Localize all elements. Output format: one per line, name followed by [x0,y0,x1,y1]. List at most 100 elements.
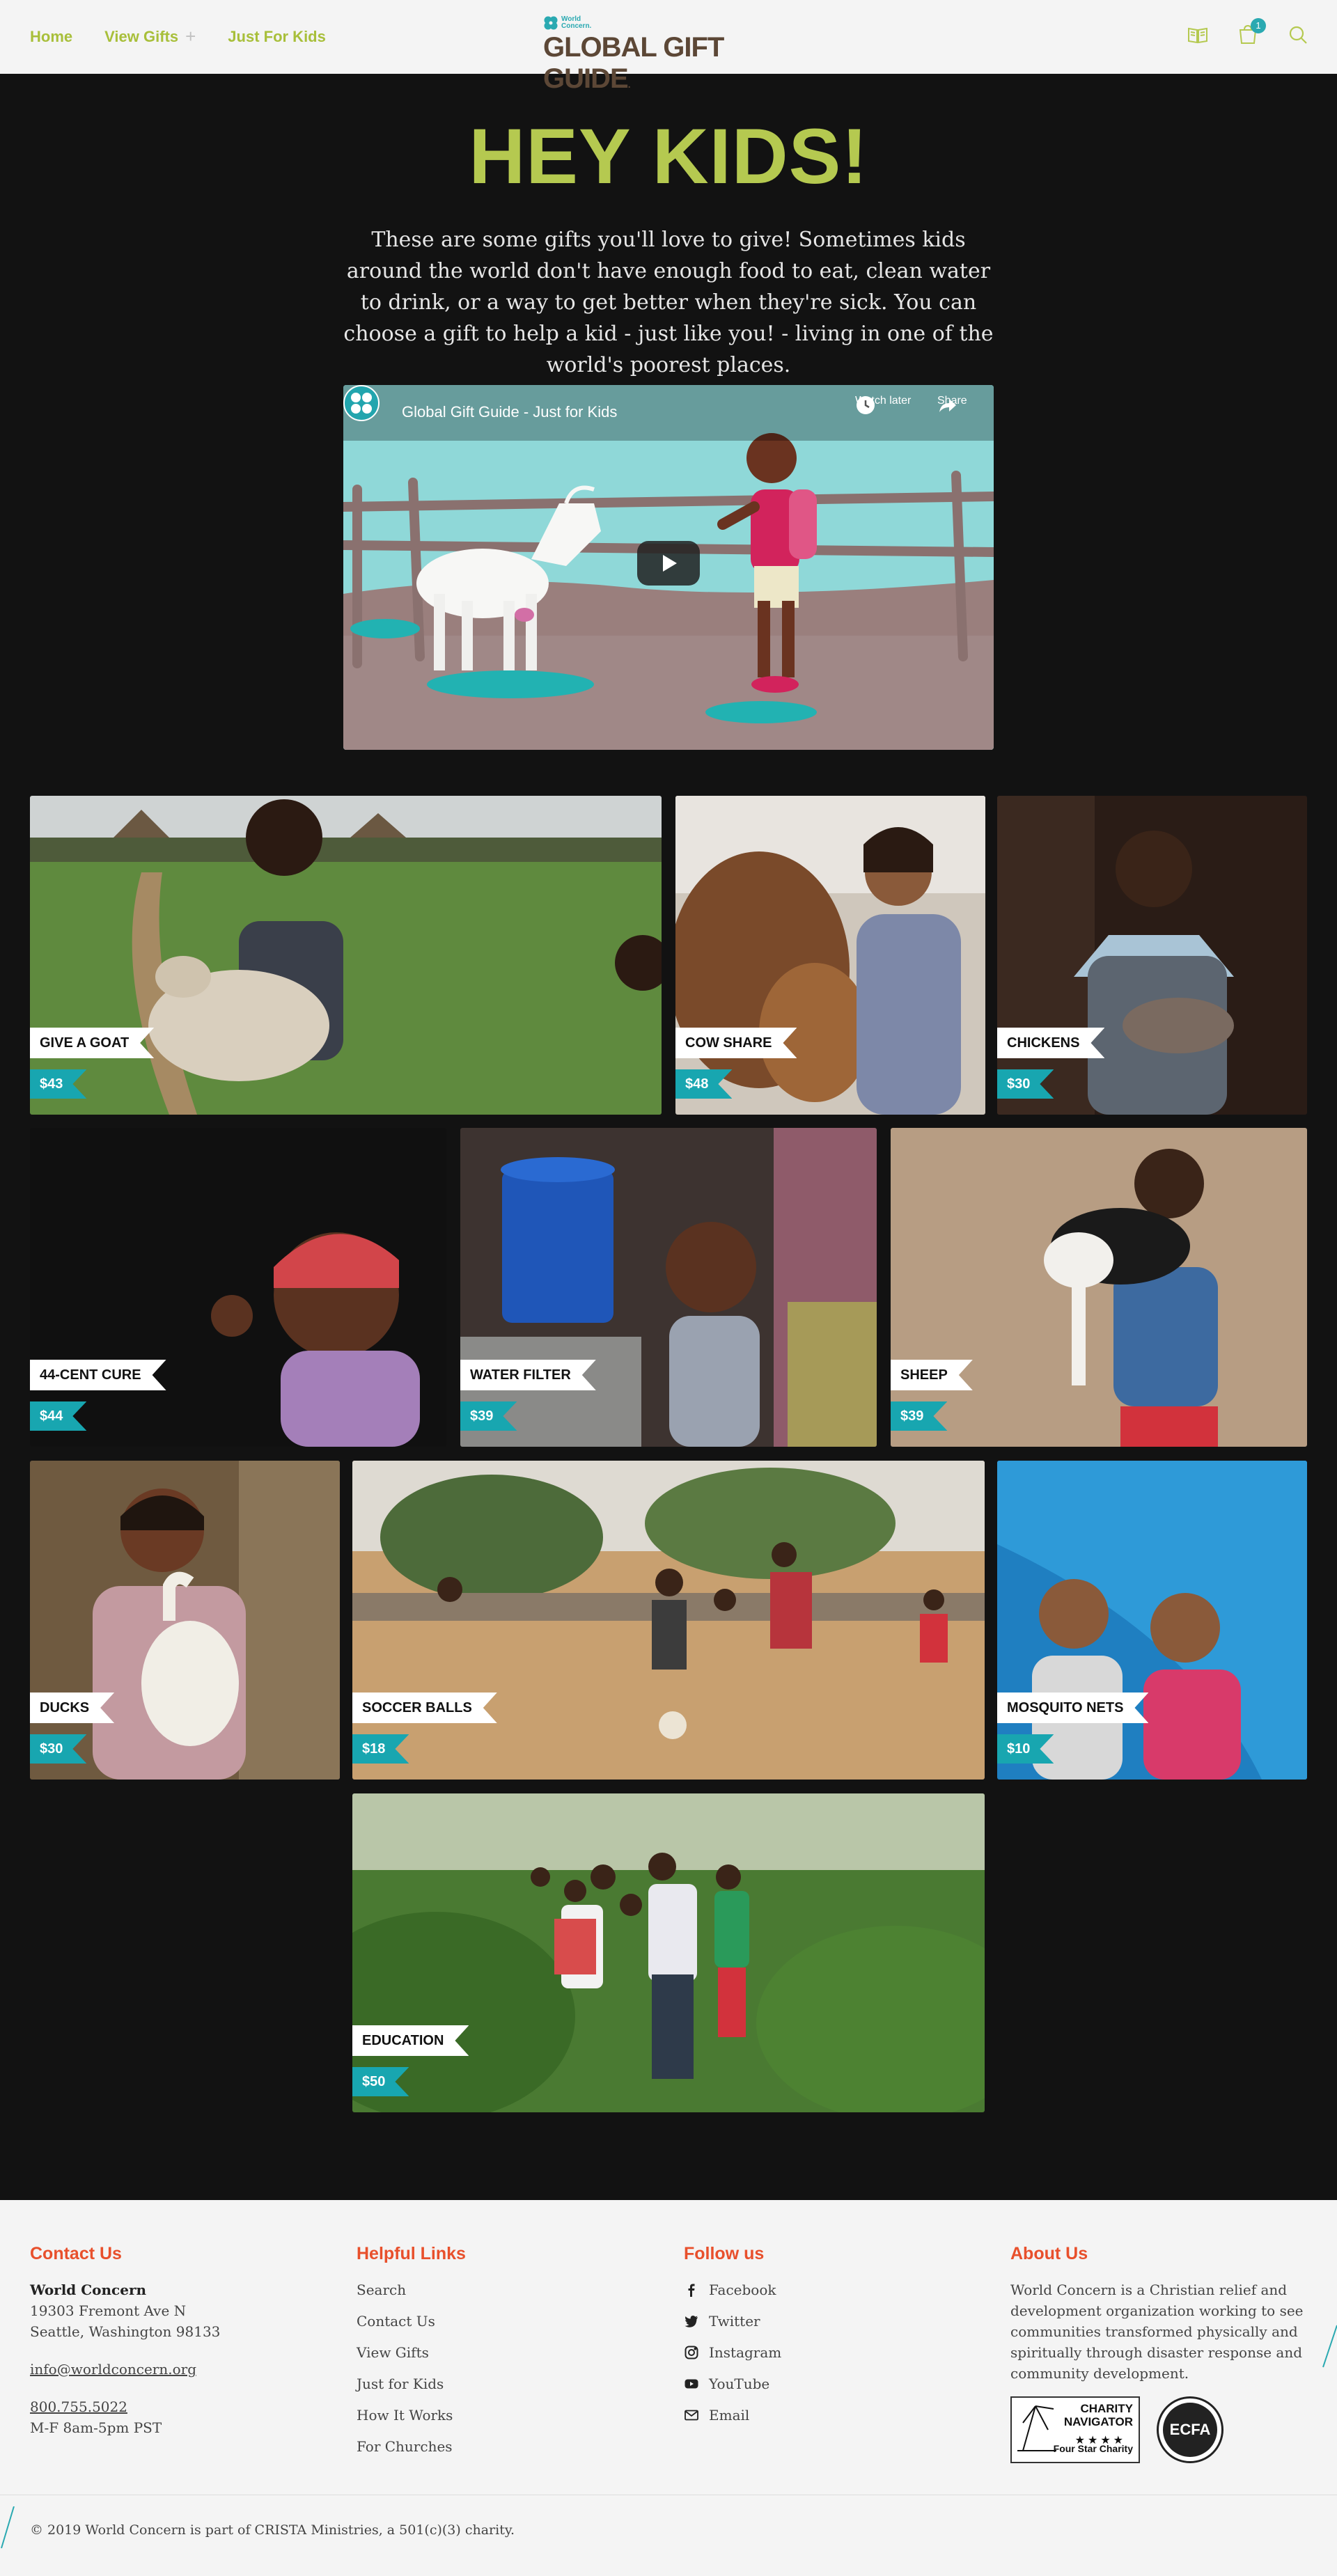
social-youtube-link[interactable]: YouTube [684,2373,893,2394]
social-twitter-link[interactable]: Twitter [684,2311,893,2332]
site-footer: Contact Us World Concern 19303 Fremont A… [0,2200,1337,2576]
facebook-icon [688,2284,695,2297]
decorative-slash-right [1322,2325,1337,2368]
footer-contact-heading: Contact Us [30,2244,122,2263]
copyright: © 2019 World Concern is part of CRISTA M… [30,2522,515,2538]
play-icon [663,555,677,572]
soccer-photo [352,1461,985,1780]
footer-link-view-gifts[interactable]: View Gifts [357,2342,565,2363]
gift-name: SOCCER BALLS [352,1693,497,1723]
gift-tile-mosquito-nets[interactable]: MOSQUITO NETS $10 [997,1461,1307,1780]
decorative-slash-left [1,2506,15,2549]
gift-tile-ducks[interactable]: DUCKS $30 [30,1461,340,1780]
nav-home[interactable]: Home [30,26,72,47]
gift-tile-sheep[interactable]: SHEEP $39 [891,1128,1307,1447]
cart-button[interactable]: 1 [1237,18,1266,46]
contact-phone-link[interactable]: 800.755.5022 [30,2396,308,2417]
gift-tile-chickens[interactable]: CHICKENS $30 [997,796,1307,1115]
social-instagram-link[interactable]: Instagram [684,2342,893,2363]
social-email-label: Email [709,2407,750,2424]
plus-icon[interactable]: + [185,26,196,47]
chickens-photo [997,796,1307,1115]
logo-title-text: GLOBAL GIFT GUIDE [543,32,724,94]
footer-follow-us: Follow us Facebook Twitter Instagram You… [684,2243,893,2436]
footer-links-heading: Helpful Links [357,2244,466,2263]
nav-view-gifts[interactable]: View Gifts + [104,26,196,47]
footer-link-contact-us[interactable]: Contact Us [357,2311,565,2332]
footer-about-us: About Us World Concern is a Christian re… [1010,2243,1310,2463]
footer-about-heading: About Us [1010,2244,1088,2263]
brand-line2: Concern. [561,22,592,30]
gift-tile-44-cent-cure[interactable]: 44-CENT CURE $44 [30,1128,446,1447]
nav-just-for-kids[interactable]: Just For Kids [228,26,326,47]
channel-logo-icon[interactable] [343,385,380,421]
ducks-photo [30,1461,340,1780]
main-nav: Home View Gifts + Just For Kids [30,26,326,47]
social-instagram-label: Instagram [709,2344,782,2361]
contact-address2: Seattle, Washington 98133 [30,2323,221,2340]
gift-name: WATER FILTER [460,1360,596,1390]
gift-tile-goat[interactable]: GIVE A GOAT $43 [30,796,662,1115]
footer-link-just-for-kids[interactable]: Just for Kids [357,2373,565,2394]
social-facebook-link[interactable]: Facebook [684,2279,893,2300]
gift-name: GIVE A GOAT [30,1028,154,1058]
cure-photo [30,1128,446,1447]
logo-trademark: . [627,79,631,90]
about-text: World Concern is a Christian relief and … [1010,2282,1304,2382]
ecfa-label: ECFA [1163,2403,1217,2457]
gift-name: EDUCATION [352,2025,469,2056]
cn-line1: CHARITY [1080,2402,1133,2415]
sheep-photo [891,1128,1307,1447]
mosquito-nets-photo [997,1461,1307,1780]
charity-navigator-logo-icon [1017,2405,1056,2451]
contact-org: World Concern [30,2282,147,2298]
footer-link-search[interactable]: Search [357,2279,565,2300]
video-title[interactable]: Global Gift Guide - Just for Kids [402,403,617,421]
share-icon [939,399,956,412]
charity-navigator-title: CHARITY NAVIGATOR [1064,2402,1133,2428]
gift-tile-education[interactable]: EDUCATION $50 [352,1793,985,2112]
contact-hours: M-F 8am-5pm PST [30,2419,162,2436]
site-logo[interactable]: World Concern. GLOBAL GIFT GUIDE. [543,15,808,95]
gift-name: MOSQUITO NETS [997,1693,1148,1723]
gift-tile-soccer-balls[interactable]: SOCCER BALLS $18 [352,1461,985,1780]
gift-tile-cow-share[interactable]: COW SHARE $48 [675,796,985,1115]
share-button[interactable]: Share [937,395,967,412]
gift-name: 44-CENT CURE [30,1360,166,1390]
water-filter-photo [460,1128,877,1447]
world-concern-brand: World Concern. [543,15,808,31]
education-photo [352,1793,985,2112]
nav-view-gifts-label[interactable]: View Gifts [104,28,178,46]
footer-link-for-churches[interactable]: For Churches [357,2436,565,2457]
cow-photo [675,796,985,1115]
search-icon[interactable] [1287,24,1309,46]
world-concern-logo-icon [544,16,558,30]
ecfa-badge[interactable]: ECFA [1157,2396,1223,2463]
footer-helpful-links: Helpful Links Search Contact Us View Gif… [357,2243,565,2467]
charity-navigator-subtitle: Four Star Charity [1053,2443,1133,2454]
charity-navigator-badge[interactable]: CHARITY NAVIGATOR ★★★★ Four Star Charity [1010,2396,1140,2463]
clock-icon [857,396,875,414]
social-facebook-label: Facebook [709,2282,776,2298]
watch-later-button[interactable]: Watch later [855,395,911,414]
cn-line2: NAVIGATOR [1063,2415,1133,2428]
video-player[interactable]: Global Gift Guide - Just for Kids Watch … [343,385,994,750]
header-icons: 1 [1187,18,1309,46]
gift-tile-water-filter[interactable]: WATER FILTER $39 [460,1128,877,1447]
gift-name: COW SHARE [675,1028,797,1058]
site-header: Home View Gifts + Just For Kids World Conc… [0,0,1337,95]
footer-follow-heading: Follow us [684,2244,765,2263]
play-button[interactable] [637,541,700,586]
social-twitter-label: Twitter [709,2313,760,2330]
footer-contact: Contact Us World Concern 19303 Fremont A… [30,2243,308,2438]
book-icon[interactable] [1187,24,1209,46]
contact-email-link[interactable]: info@worldconcern.org [30,2359,308,2380]
cart-count-badge: 1 [1251,18,1266,33]
social-email-link[interactable]: Email [684,2405,893,2426]
email-icon [685,2410,698,2421]
footer-link-how-it-works[interactable]: How It Works [357,2405,565,2426]
instagram-icon [685,2346,698,2359]
twitter-icon [685,2316,698,2327]
page-title: HEY KIDS! [469,113,868,200]
social-youtube-label: YouTube [709,2375,770,2392]
